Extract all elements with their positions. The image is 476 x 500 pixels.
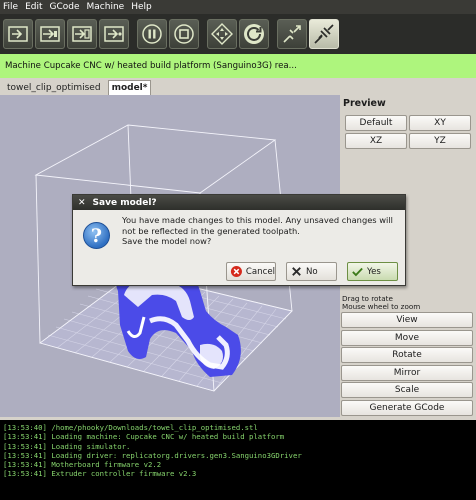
console-log[interactable]: [13:53:40] /home/phooky/Downloads/towel_… [0,417,476,500]
menu-bar: File Edit GCode Machine Help [0,0,476,14]
pause-icon [142,24,162,44]
menu-machine[interactable]: Machine [87,2,125,12]
connect-icon [314,24,334,44]
dialog-message-line: You have made changes to this model. Any… [122,215,393,225]
console-line: [13:53:41] Loading driver: replicatorg.d… [3,450,302,460]
no-button[interactable]: No [286,262,337,281]
no-label: No [306,266,318,277]
console-line: [13:53:41] Extruder controller firmware … [3,469,197,479]
view-yz-button[interactable]: YZ [409,133,471,149]
dialog-message: You have made changes to this model. Any… [122,215,402,247]
upload-icon [40,26,60,42]
no-icon [292,267,301,276]
stop-icon [174,24,194,44]
simulate-button[interactable] [99,19,129,49]
build-icon [8,26,28,42]
machine-status-text: Machine Cupcake CNC w/ heated build plat… [5,61,297,71]
console-line: [13:53:41] Motherboard firmware v2.2 [3,460,162,470]
view-xy-button[interactable]: XY [409,115,471,131]
check-icon [352,267,363,277]
reset-button[interactable] [239,19,269,49]
move-button[interactable]: Move [341,330,473,346]
build-to-file-button[interactable] [67,19,97,49]
view-xz-button[interactable]: XZ [345,133,407,149]
console-line: [13:53:41] Loading machine: Cupcake CNC … [3,432,285,442]
question-icon: ? [83,222,110,249]
disconnect-icon [283,25,301,43]
toolbar [0,14,476,54]
close-icon[interactable]: ✕ [78,198,86,208]
jog-control-icon [211,23,233,45]
hint-wheel-zoom: Mouse wheel to zoom [342,302,421,311]
tab-bar: towel_clip_optimised model* [0,78,476,95]
menu-edit[interactable]: Edit [25,2,42,12]
cancel-label: Cancel [245,266,275,277]
connect-button[interactable] [309,19,339,49]
yes-button[interactable]: Yes [347,262,398,281]
disconnect-button[interactable] [277,19,307,49]
jog-control-button[interactable] [207,19,237,49]
menu-gcode[interactable]: GCode [50,2,80,12]
scale-button[interactable]: Scale [341,382,473,398]
reset-icon [244,24,264,44]
view-button[interactable]: View [341,312,473,328]
stop-button[interactable] [169,19,199,49]
dialog-title-bar: ✕ Save model? [73,195,405,210]
dialog-message-line: not be reflected in the generated toolpa… [122,225,300,236]
menu-file[interactable]: File [3,2,18,12]
preview-title: Preview [343,98,386,109]
cancel-button[interactable]: Cancel [226,262,276,281]
save-model-dialog: ✕ Save model? ? You have made changes to… [72,194,406,286]
cancel-icon [230,265,242,278]
tab-model[interactable]: model* [107,80,152,95]
view-default-button[interactable]: Default [345,115,407,131]
build-to-file-icon [72,26,92,42]
yes-label: Yes [367,266,381,277]
upload-button[interactable] [35,19,65,49]
machine-status-bar: Machine Cupcake CNC w/ heated build plat… [0,54,476,78]
generate-gcode-button[interactable]: Generate GCode [341,400,473,416]
tab-gcode-file[interactable]: towel_clip_optimised [4,80,104,95]
rotate-button[interactable]: Rotate [341,347,473,363]
mirror-button[interactable]: Mirror [341,365,473,381]
build-button[interactable] [3,19,33,49]
dialog-title: Save model? [92,197,157,208]
console-line: [13:53:41] Loading simulator. [3,441,131,451]
simulate-icon [104,26,124,42]
dialog-message-line: Save the model now? [122,236,212,246]
console-line: [13:53:40] /home/phooky/Downloads/towel_… [3,423,258,432]
pause-button[interactable] [137,19,167,49]
menu-help[interactable]: Help [131,2,152,12]
